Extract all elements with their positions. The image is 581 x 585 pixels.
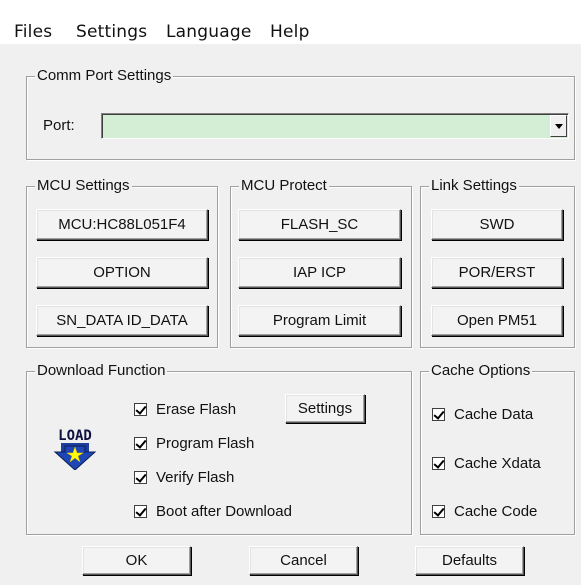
program-flash-option[interactable]: Program Flash bbox=[134, 433, 254, 453]
boot-after-download-option[interactable]: Boot after Download bbox=[134, 501, 292, 521]
swd-button[interactable]: SWD bbox=[431, 209, 563, 240]
cache-data-option[interactable]: Cache Data bbox=[432, 404, 533, 424]
menu-language[interactable]: Language bbox=[166, 22, 252, 42]
verify-flash-checkbox[interactable] bbox=[134, 470, 147, 484]
mcu-protect-title: MCU Protect bbox=[239, 177, 329, 195]
load-icon-text: LOAD bbox=[58, 428, 92, 444]
program-limit-button[interactable]: Program Limit bbox=[238, 305, 401, 336]
cache-data-label: Cache Data bbox=[454, 405, 534, 423]
cache-code-checkbox[interactable] bbox=[432, 504, 445, 518]
cancel-button[interactable]: Cancel bbox=[249, 546, 358, 575]
cache-xdata-checkbox[interactable] bbox=[432, 456, 445, 470]
cache-data-checkbox[interactable] bbox=[432, 407, 445, 421]
erase-flash-option[interactable]: Erase Flash bbox=[134, 399, 236, 419]
defaults-button[interactable]: Defaults bbox=[415, 546, 524, 575]
iap-icp-button[interactable]: IAP ICP bbox=[238, 257, 401, 288]
cache-xdata-label: Cache Xdata bbox=[454, 454, 541, 472]
download-settings-button[interactable]: Settings bbox=[285, 394, 365, 423]
menu-bar: Files Settings Language Help bbox=[0, 0, 581, 44]
menu-files[interactable]: Files bbox=[14, 22, 52, 42]
program-flash-checkbox[interactable] bbox=[134, 436, 147, 450]
comm-port-title: Comm Port Settings bbox=[35, 67, 174, 85]
cache-code-option[interactable]: Cache Code bbox=[432, 501, 537, 521]
erase-flash-label: Erase Flash bbox=[156, 400, 237, 418]
open-pm51-button[interactable]: Open PM51 bbox=[431, 305, 563, 336]
mcu-settings-title: MCU Settings bbox=[35, 177, 132, 195]
menu-help[interactable]: Help bbox=[270, 22, 310, 42]
cache-xdata-option[interactable]: Cache Xdata bbox=[432, 453, 541, 473]
port-select[interactable] bbox=[101, 113, 569, 139]
por-erst-button[interactable]: POR/ERST bbox=[431, 257, 563, 288]
download-function-title: Download Function bbox=[35, 362, 168, 380]
cache-code-label: Cache Code bbox=[454, 502, 538, 520]
erase-flash-checkbox[interactable] bbox=[134, 402, 147, 416]
link-settings-title: Link Settings bbox=[429, 177, 519, 195]
mcu-select-button[interactable]: MCU:HC88L051F4 bbox=[36, 209, 208, 240]
cache-options-title: Cache Options bbox=[429, 362, 533, 380]
flash-sc-button[interactable]: FLASH_SC bbox=[238, 209, 401, 240]
dropdown-arrow-icon[interactable] bbox=[550, 115, 567, 137]
port-label: Port: bbox=[43, 117, 75, 134]
menu-settings[interactable]: Settings bbox=[76, 22, 147, 42]
verify-flash-option[interactable]: Verify Flash bbox=[134, 467, 234, 487]
boot-after-download-checkbox[interactable] bbox=[134, 504, 147, 518]
ok-button[interactable]: OK bbox=[82, 546, 191, 575]
sn-id-data-button[interactable]: SN_DATA ID_DATA bbox=[36, 305, 208, 336]
program-flash-label: Program Flash bbox=[156, 434, 255, 452]
verify-flash-label: Verify Flash bbox=[156, 468, 235, 486]
option-button[interactable]: OPTION bbox=[36, 257, 208, 288]
boot-after-download-label: Boot after Download bbox=[156, 502, 292, 520]
load-icon: LOAD bbox=[53, 428, 97, 470]
